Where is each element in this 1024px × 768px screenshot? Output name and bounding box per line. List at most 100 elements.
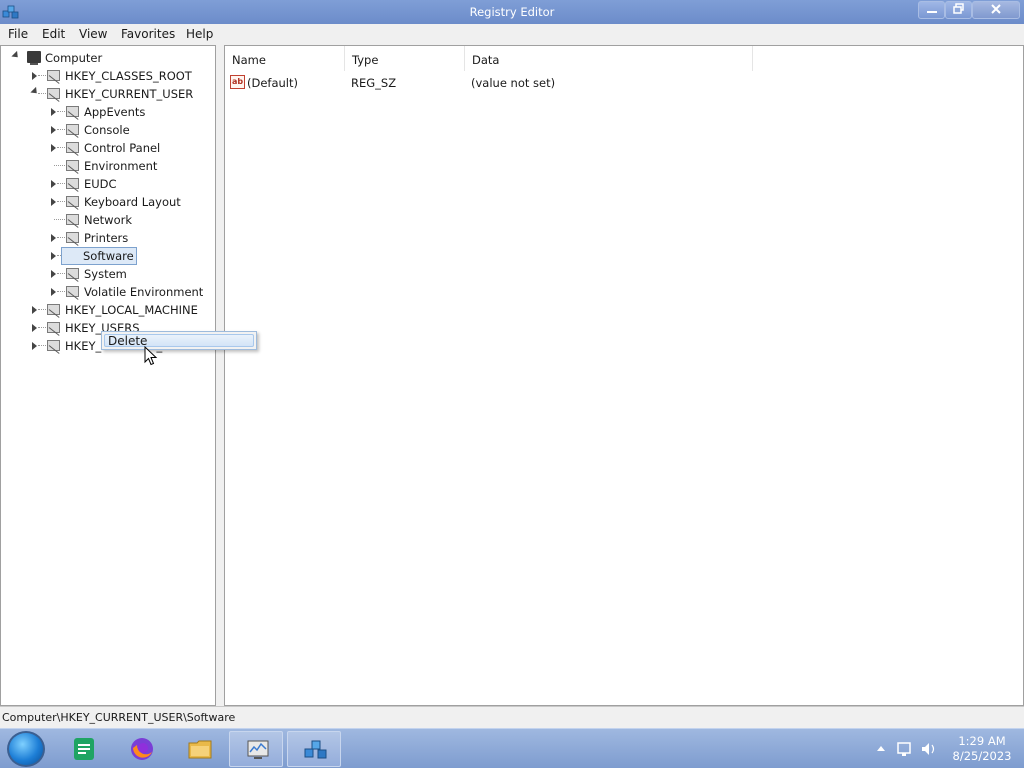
folder-icon xyxy=(188,740,212,759)
tree-node-label: Printers xyxy=(84,231,129,245)
collapse-icon[interactable] xyxy=(30,86,40,97)
taskbar-registry-editor[interactable] xyxy=(287,731,341,767)
registry-key-icon xyxy=(47,304,60,315)
column-header-data[interactable]: Data xyxy=(465,46,753,71)
close-button[interactable] xyxy=(972,1,1020,19)
network-icon xyxy=(897,742,911,754)
menu-help[interactable]: Help xyxy=(186,27,213,41)
window-title: Registry Editor xyxy=(469,5,555,19)
menu-bar: File Edit View Favorites Help xyxy=(0,24,1024,45)
tree-node-environment[interactable]: Environment xyxy=(1,157,215,175)
minimize-icon xyxy=(926,11,937,13)
column-header-name[interactable]: Name xyxy=(225,46,345,71)
restore-button[interactable] xyxy=(945,1,972,19)
tree-node-label: Console xyxy=(84,123,130,137)
clock-date: 8/25/2023 xyxy=(952,749,1012,763)
registry-key-icon xyxy=(66,286,79,297)
tree-node-keyboard-layout[interactable]: Keyboard Layout xyxy=(1,193,215,211)
taskbar-file-explorer[interactable] xyxy=(172,731,226,767)
minimize-button[interactable] xyxy=(918,1,945,19)
expand-icon[interactable] xyxy=(32,72,37,80)
pane-splitter[interactable] xyxy=(216,45,224,706)
registry-tree[interactable]: Computer HKEY_CLASSES_ROOT HKEY_CURRENT_… xyxy=(0,45,216,706)
expand-icon[interactable] xyxy=(51,252,56,260)
menu-edit[interactable]: Edit xyxy=(42,27,65,41)
registry-key-icon xyxy=(47,340,60,351)
expand-icon[interactable] xyxy=(51,270,56,278)
menu-favorites[interactable]: Favorites xyxy=(121,27,175,41)
expand-icon[interactable] xyxy=(51,108,56,116)
status-path: Computer\HKEY_CURRENT_USER\Software xyxy=(2,711,236,724)
start-button[interactable] xyxy=(7,731,45,767)
expand-icon[interactable] xyxy=(51,126,56,134)
expand-icon[interactable] xyxy=(51,180,56,188)
tree-node-label: Network xyxy=(84,213,133,227)
menu-view[interactable]: View xyxy=(79,27,107,41)
tree-node-eudc[interactable]: EUDC xyxy=(1,175,215,193)
tree-node-label: HKEY_LOCAL_MACHINE xyxy=(65,303,198,317)
taskbar-system-monitor[interactable] xyxy=(229,731,283,767)
expand-icon[interactable] xyxy=(51,288,56,296)
column-header-type[interactable]: Type xyxy=(345,46,465,71)
tree-node-label: Environment xyxy=(84,159,158,173)
tree-node-label: Computer xyxy=(45,51,103,65)
expand-icon[interactable] xyxy=(32,324,37,332)
registry-key-icon xyxy=(66,232,79,243)
system-tray[interactable] xyxy=(872,739,942,759)
registry-key-icon xyxy=(66,268,79,279)
tree-node-software[interactable]: Software xyxy=(1,247,215,265)
volume-icon xyxy=(922,743,929,755)
computer-icon xyxy=(27,51,41,65)
tree-node-hkey-classes-root[interactable]: HKEY_CLASSES_ROOT xyxy=(1,67,215,85)
system-monitor-icon xyxy=(247,740,269,759)
value-name: (Default) xyxy=(247,76,298,90)
tree-node-label: Volatile Environment xyxy=(84,285,204,299)
value-data: (value not set) xyxy=(471,76,556,90)
tree-node-computer[interactable]: Computer xyxy=(1,49,215,67)
tree-node-system[interactable]: System xyxy=(1,265,215,283)
tree-node-label: HKEY_CLASSES_ROOT xyxy=(65,69,192,83)
context-menu: Delete xyxy=(101,331,257,350)
expand-icon[interactable] xyxy=(51,144,56,152)
tree-node-printers[interactable]: Printers xyxy=(1,229,215,247)
taskbar-sheets-app[interactable] xyxy=(56,731,110,767)
tree-node-label: Control Panel xyxy=(84,141,161,155)
taskbar-firefox[interactable] xyxy=(114,731,168,767)
registry-editor-icon xyxy=(304,740,327,759)
registry-key-icon xyxy=(66,106,79,117)
tree-node-volatile-environment[interactable]: Volatile Environment xyxy=(1,283,215,301)
tree-node-label: Keyboard Layout xyxy=(84,195,181,209)
tree-node-label: HKEY_CURRENT_USER xyxy=(65,87,194,101)
expand-icon[interactable] xyxy=(32,306,37,314)
registry-key-icon xyxy=(47,322,60,333)
tree-node-label: AppEvents xyxy=(84,105,146,119)
registry-key-icon xyxy=(66,142,79,153)
tree-node-appevents[interactable]: AppEvents xyxy=(1,103,215,121)
clock-time: 1:29 AM xyxy=(958,734,1006,748)
registry-key-icon xyxy=(66,196,79,207)
sheets-app-icon xyxy=(74,738,94,760)
tree-node-console[interactable]: Console xyxy=(1,121,215,139)
show-hidden-icons-icon xyxy=(877,746,885,751)
tree-node-label: System xyxy=(84,267,127,281)
tree-node-label-selected: Software xyxy=(61,247,137,265)
collapse-icon[interactable] xyxy=(11,50,21,61)
delete-menu-item[interactable]: Delete xyxy=(108,334,147,348)
expand-icon[interactable] xyxy=(51,234,56,242)
taskbar-clock[interactable]: 1:29 AM 8/25/2023 xyxy=(946,734,1018,764)
registry-key-icon xyxy=(66,178,79,189)
expand-icon[interactable] xyxy=(32,342,37,350)
registry-key-icon xyxy=(66,214,79,225)
taskbar: 1:29 AM 8/25/2023 xyxy=(0,728,1024,768)
tree-node-hkey-current-user[interactable]: HKEY_CURRENT_USER xyxy=(1,85,215,103)
values-list[interactable]: Name Type Data ab (Default) REG_SZ (valu… xyxy=(224,45,1024,706)
menu-file[interactable]: File xyxy=(8,27,28,41)
tree-node-control-panel[interactable]: Control Panel xyxy=(1,139,215,157)
list-item[interactable]: ab (Default) REG_SZ (value not set) xyxy=(225,72,825,92)
restore-icon xyxy=(952,3,964,14)
expand-icon[interactable] xyxy=(51,198,56,206)
tree-node-hkey-local-machine[interactable]: HKEY_LOCAL_MACHINE xyxy=(1,301,215,319)
tree-node-network[interactable]: Network xyxy=(1,211,215,229)
registry-key-icon xyxy=(47,88,60,99)
value-type: REG_SZ xyxy=(351,76,397,90)
